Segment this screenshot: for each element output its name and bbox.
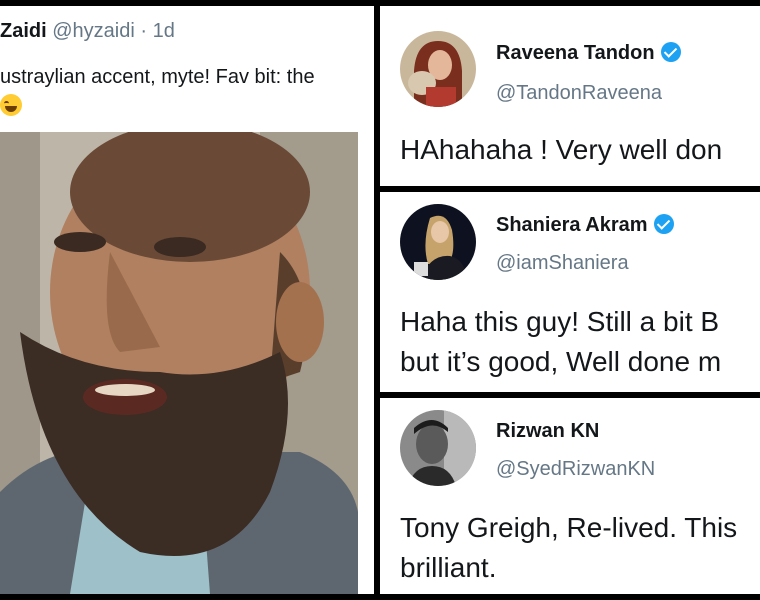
tweet-text: HAhahaha ! Very well don [400, 130, 722, 170]
avatar-image [400, 31, 476, 107]
tweet-text-line: but it’s good, Well done m [400, 346, 722, 377]
user-name[interactable]: Rizwan KN [496, 420, 599, 443]
tweet-time[interactable]: 1d [153, 20, 175, 42]
tweet-text: Tony Greigh, Re-lived. This brilliant. [400, 508, 737, 588]
tweet-header: Zaidi @hyzaidi · 1d [0, 20, 175, 43]
avatar[interactable] [400, 31, 476, 107]
video-thumbnail[interactable] [0, 132, 358, 594]
user-name[interactable]: Raveena Tandon [496, 42, 681, 65]
user-name-text: Rizwan KN [496, 420, 600, 442]
user-handle[interactable]: @SyedRizwanKN [496, 458, 655, 481]
man-portrait-image [0, 132, 358, 594]
tweet-text: ustraylian accent, myte! Fav bit: the [0, 62, 370, 122]
tweet-text-line: brilliant. [400, 552, 497, 583]
avatar-image [400, 204, 476, 280]
user-handle[interactable]: @TandonRaveena [496, 82, 662, 105]
separator: · [140, 20, 148, 42]
tweet-text-line: Tony Greigh, Re-lived. This [400, 512, 738, 543]
tweet-card-raveena[interactable]: Raveena Tandon @TandonRaveena HAhahaha !… [380, 6, 760, 186]
user-handle[interactable]: @hyzaidi [52, 20, 135, 42]
verified-badge-icon [660, 42, 681, 62]
tweet-card-rizwan[interactable]: Rizwan KN @SyedRizwanKN Tony Greigh, Re-… [380, 398, 760, 594]
avatar[interactable] [400, 410, 476, 486]
user-handle[interactable]: @iamShaniera [496, 252, 629, 275]
user-name[interactable]: Shaniera Akram [496, 214, 674, 237]
tweet-card-shaniera[interactable]: Shaniera Akram @iamShaniera Haha this gu… [380, 192, 760, 392]
face-with-tears-of-joy-icon [0, 94, 22, 116]
user-name-text: Raveena Tandon [496, 42, 655, 64]
tweet-text-line: HAhahaha ! Very well don [400, 134, 723, 165]
tweet-text-line: Haha this guy! Still a bit B [400, 306, 720, 337]
user-name[interactable]: Zaidi [0, 20, 47, 42]
user-name-text: Shaniera Akram [496, 214, 648, 236]
tweet-text: Haha this guy! Still a bit B but it’s go… [400, 302, 721, 382]
avatar[interactable] [400, 204, 476, 280]
left-tweet-card[interactable]: Zaidi @hyzaidi · 1d ustraylian accent, m… [0, 6, 374, 594]
avatar-image [400, 410, 476, 486]
tweet-text-line: ustraylian accent, myte! Fav bit: the [0, 66, 315, 88]
verified-badge-icon [653, 214, 674, 234]
